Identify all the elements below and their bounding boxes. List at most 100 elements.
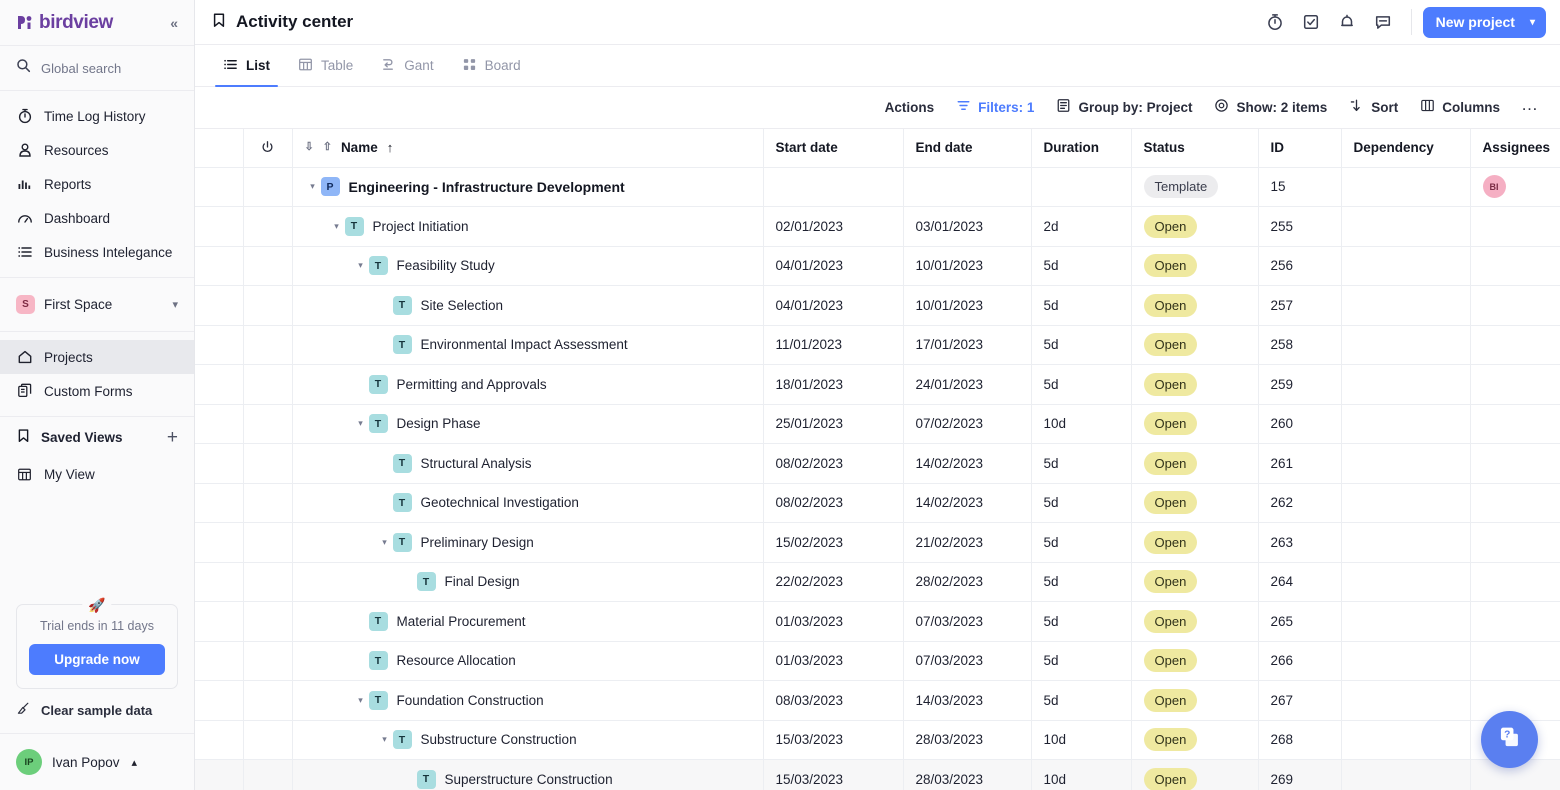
row-status-cell[interactable]: Open bbox=[1131, 680, 1259, 721]
row-assignees-cell[interactable] bbox=[1470, 246, 1560, 287]
table-row[interactable]: ▾TPermitting and Approvals18/01/202324/0… bbox=[195, 364, 1560, 405]
row-duration[interactable]: 2d bbox=[1031, 206, 1132, 247]
row-id[interactable]: 258 bbox=[1258, 325, 1342, 366]
row-id[interactable]: 259 bbox=[1258, 364, 1342, 405]
expand-caret-icon[interactable]: ▾ bbox=[377, 537, 393, 547]
sidebar-item-custom-forms[interactable]: Custom Forms bbox=[0, 374, 194, 408]
row-status-cell[interactable]: Open bbox=[1131, 601, 1259, 642]
expand-caret-icon[interactable]: ▾ bbox=[353, 261, 369, 270]
expand-caret-icon[interactable]: ▾ bbox=[329, 221, 345, 231]
row-indicator[interactable] bbox=[243, 404, 293, 445]
task-check-icon[interactable] bbox=[1294, 5, 1328, 39]
sidebar-item-my-view[interactable]: My View bbox=[0, 457, 194, 491]
col-start-date[interactable]: Start date bbox=[763, 129, 904, 168]
row-status-cell[interactable]: Open bbox=[1131, 364, 1259, 405]
row-id[interactable]: 266 bbox=[1258, 641, 1342, 682]
row-duration[interactable]: 5d bbox=[1031, 325, 1132, 366]
more-options-button[interactable]: … bbox=[1513, 96, 1546, 119]
row-id[interactable]: 261 bbox=[1258, 443, 1342, 484]
user-menu[interactable]: IP Ivan Popov ▴ bbox=[0, 733, 194, 790]
row-id[interactable]: 257 bbox=[1258, 285, 1342, 326]
row-end-date[interactable]: 10/01/2023 bbox=[903, 285, 1032, 326]
row-dependency[interactable] bbox=[1341, 483, 1471, 524]
table-row[interactable]: ▾ T Design Phase 25/01/2023 07/02/2023 10d Ope… bbox=[195, 404, 1560, 445]
row-end-date[interactable]: 07/02/2023 bbox=[903, 404, 1032, 445]
row-start-date[interactable]: 04/01/2023 bbox=[763, 285, 904, 326]
sidebar-item-resources[interactable]: Resources bbox=[0, 133, 194, 167]
row-id[interactable]: 264 bbox=[1258, 562, 1342, 603]
help-button[interactable]: ? bbox=[1481, 711, 1538, 768]
chevron-down-icon[interactable]: ▾ bbox=[1523, 17, 1542, 28]
row-assignees-cell[interactable] bbox=[1470, 364, 1560, 405]
row-indicator[interactable] bbox=[243, 285, 293, 326]
row-end-date[interactable]: 28/02/2023 bbox=[903, 562, 1032, 603]
row-start-date[interactable]: 01/03/2023 bbox=[763, 601, 904, 642]
table-row[interactable]: ▾TSuperstructure Construction15/03/20232… bbox=[195, 759, 1560, 790]
row-start-date[interactable]: 15/03/2023 bbox=[763, 720, 904, 761]
table-row[interactable]: ▾TEnvironmental Impact Assessment11/01/2… bbox=[195, 325, 1560, 366]
row-indicator[interactable] bbox=[243, 364, 293, 405]
table-row[interactable]: ▾TStructural Analysis08/02/202314/02/202… bbox=[195, 443, 1560, 484]
row-name-cell[interactable]: ▾TSuperstructure Construction bbox=[292, 759, 764, 790]
row-assignees-cell[interactable] bbox=[1470, 325, 1560, 366]
row-duration[interactable]: 10d bbox=[1031, 759, 1132, 790]
row-end-date[interactable]: 10/01/2023 bbox=[903, 246, 1032, 287]
table-row[interactable]: ▾ T Substructure Construction 15/03/2023 28/… bbox=[195, 720, 1560, 761]
row-dependency[interactable] bbox=[1341, 167, 1471, 208]
tab-table[interactable]: Table bbox=[286, 45, 365, 85]
row-assignees-cell[interactable] bbox=[1470, 601, 1560, 642]
row-duration[interactable] bbox=[1031, 167, 1132, 208]
row-start-date[interactable]: 08/02/2023 bbox=[763, 443, 904, 484]
row-start-date[interactable]: 15/02/2023 bbox=[763, 522, 904, 563]
timer-icon[interactable] bbox=[1258, 5, 1292, 39]
row-duration[interactable]: 5d bbox=[1031, 285, 1132, 326]
sidebar-item-reports[interactable]: Reports bbox=[0, 167, 194, 201]
row-end-date[interactable]: 07/03/2023 bbox=[903, 641, 1032, 682]
row-duration[interactable]: 10d bbox=[1031, 720, 1132, 761]
global-search-input[interactable]: Global search bbox=[0, 46, 194, 91]
tab-list[interactable]: List bbox=[211, 45, 282, 88]
table-row[interactable]: ▾TSite Selection04/01/202310/01/20235dOp… bbox=[195, 285, 1560, 326]
row-id[interactable]: 256 bbox=[1258, 246, 1342, 287]
row-name-cell[interactable]: ▾TStructural Analysis bbox=[292, 443, 764, 484]
row-dependency[interactable] bbox=[1341, 601, 1471, 642]
add-saved-view-button[interactable]: + bbox=[167, 428, 178, 447]
new-project-button[interactable]: New project ▾ bbox=[1422, 6, 1546, 38]
row-name-cell[interactable]: ▾ T Project Initiation bbox=[292, 206, 764, 247]
row-name-cell[interactable]: ▾ T Foundation Construction bbox=[292, 680, 764, 721]
sidebar-collapse-button[interactable]: « bbox=[166, 14, 182, 32]
row-end-date[interactable]: 03/01/2023 bbox=[903, 206, 1032, 247]
table-row[interactable]: ▾ T Project Initiation 02/01/2023 03/01/2023… bbox=[195, 206, 1560, 247]
row-duration[interactable]: 5d bbox=[1031, 641, 1132, 682]
collapse-all-icon[interactable]: ⇩ bbox=[305, 142, 314, 153]
expand-caret-icon[interactable]: ▾ bbox=[305, 182, 321, 191]
row-id[interactable]: 262 bbox=[1258, 483, 1342, 524]
table-row[interactable]: ▾ T Preliminary Design 15/02/2023 21/02/2023… bbox=[195, 522, 1560, 563]
row-dependency[interactable] bbox=[1341, 522, 1471, 563]
row-name-cell[interactable]: ▾TEnvironmental Impact Assessment bbox=[292, 325, 764, 366]
row-name-cell[interactable]: ▾TMaterial Procurement bbox=[292, 601, 764, 642]
expand-caret-icon[interactable]: ▾ bbox=[353, 695, 369, 705]
row-indicator[interactable] bbox=[243, 641, 293, 682]
row-end-date[interactable] bbox=[903, 167, 1032, 208]
table-row[interactable]: ▾ T Feasibility Study 04/01/2023 10/01/2023 5… bbox=[195, 246, 1560, 287]
row-dependency[interactable] bbox=[1341, 404, 1471, 445]
row-status-cell[interactable]: Open bbox=[1131, 206, 1259, 247]
col-end-date[interactable]: End date bbox=[903, 129, 1032, 168]
row-duration[interactable]: 5d bbox=[1031, 246, 1132, 287]
row-duration[interactable]: 5d bbox=[1031, 680, 1132, 721]
row-status-cell[interactable]: Open bbox=[1131, 562, 1259, 603]
row-status-cell[interactable]: Open bbox=[1131, 641, 1259, 682]
row-duration[interactable]: 5d bbox=[1031, 364, 1132, 405]
row-start-date[interactable]: 01/03/2023 bbox=[763, 641, 904, 682]
row-dependency[interactable] bbox=[1341, 246, 1471, 287]
row-end-date[interactable]: 07/03/2023 bbox=[903, 601, 1032, 642]
row-duration[interactable]: 10d bbox=[1031, 404, 1132, 445]
row-id[interactable]: 15 bbox=[1258, 167, 1342, 208]
row-start-date[interactable]: 08/02/2023 bbox=[763, 483, 904, 524]
row-name-cell[interactable]: ▾ P Engineering - Infrastructure Developme… bbox=[292, 167, 764, 208]
row-name-cell[interactable]: ▾ T Design Phase bbox=[292, 404, 764, 445]
row-status-cell[interactable]: Open bbox=[1131, 443, 1259, 484]
row-indicator[interactable] bbox=[243, 325, 293, 366]
row-start-date[interactable]: 22/02/2023 bbox=[763, 562, 904, 603]
